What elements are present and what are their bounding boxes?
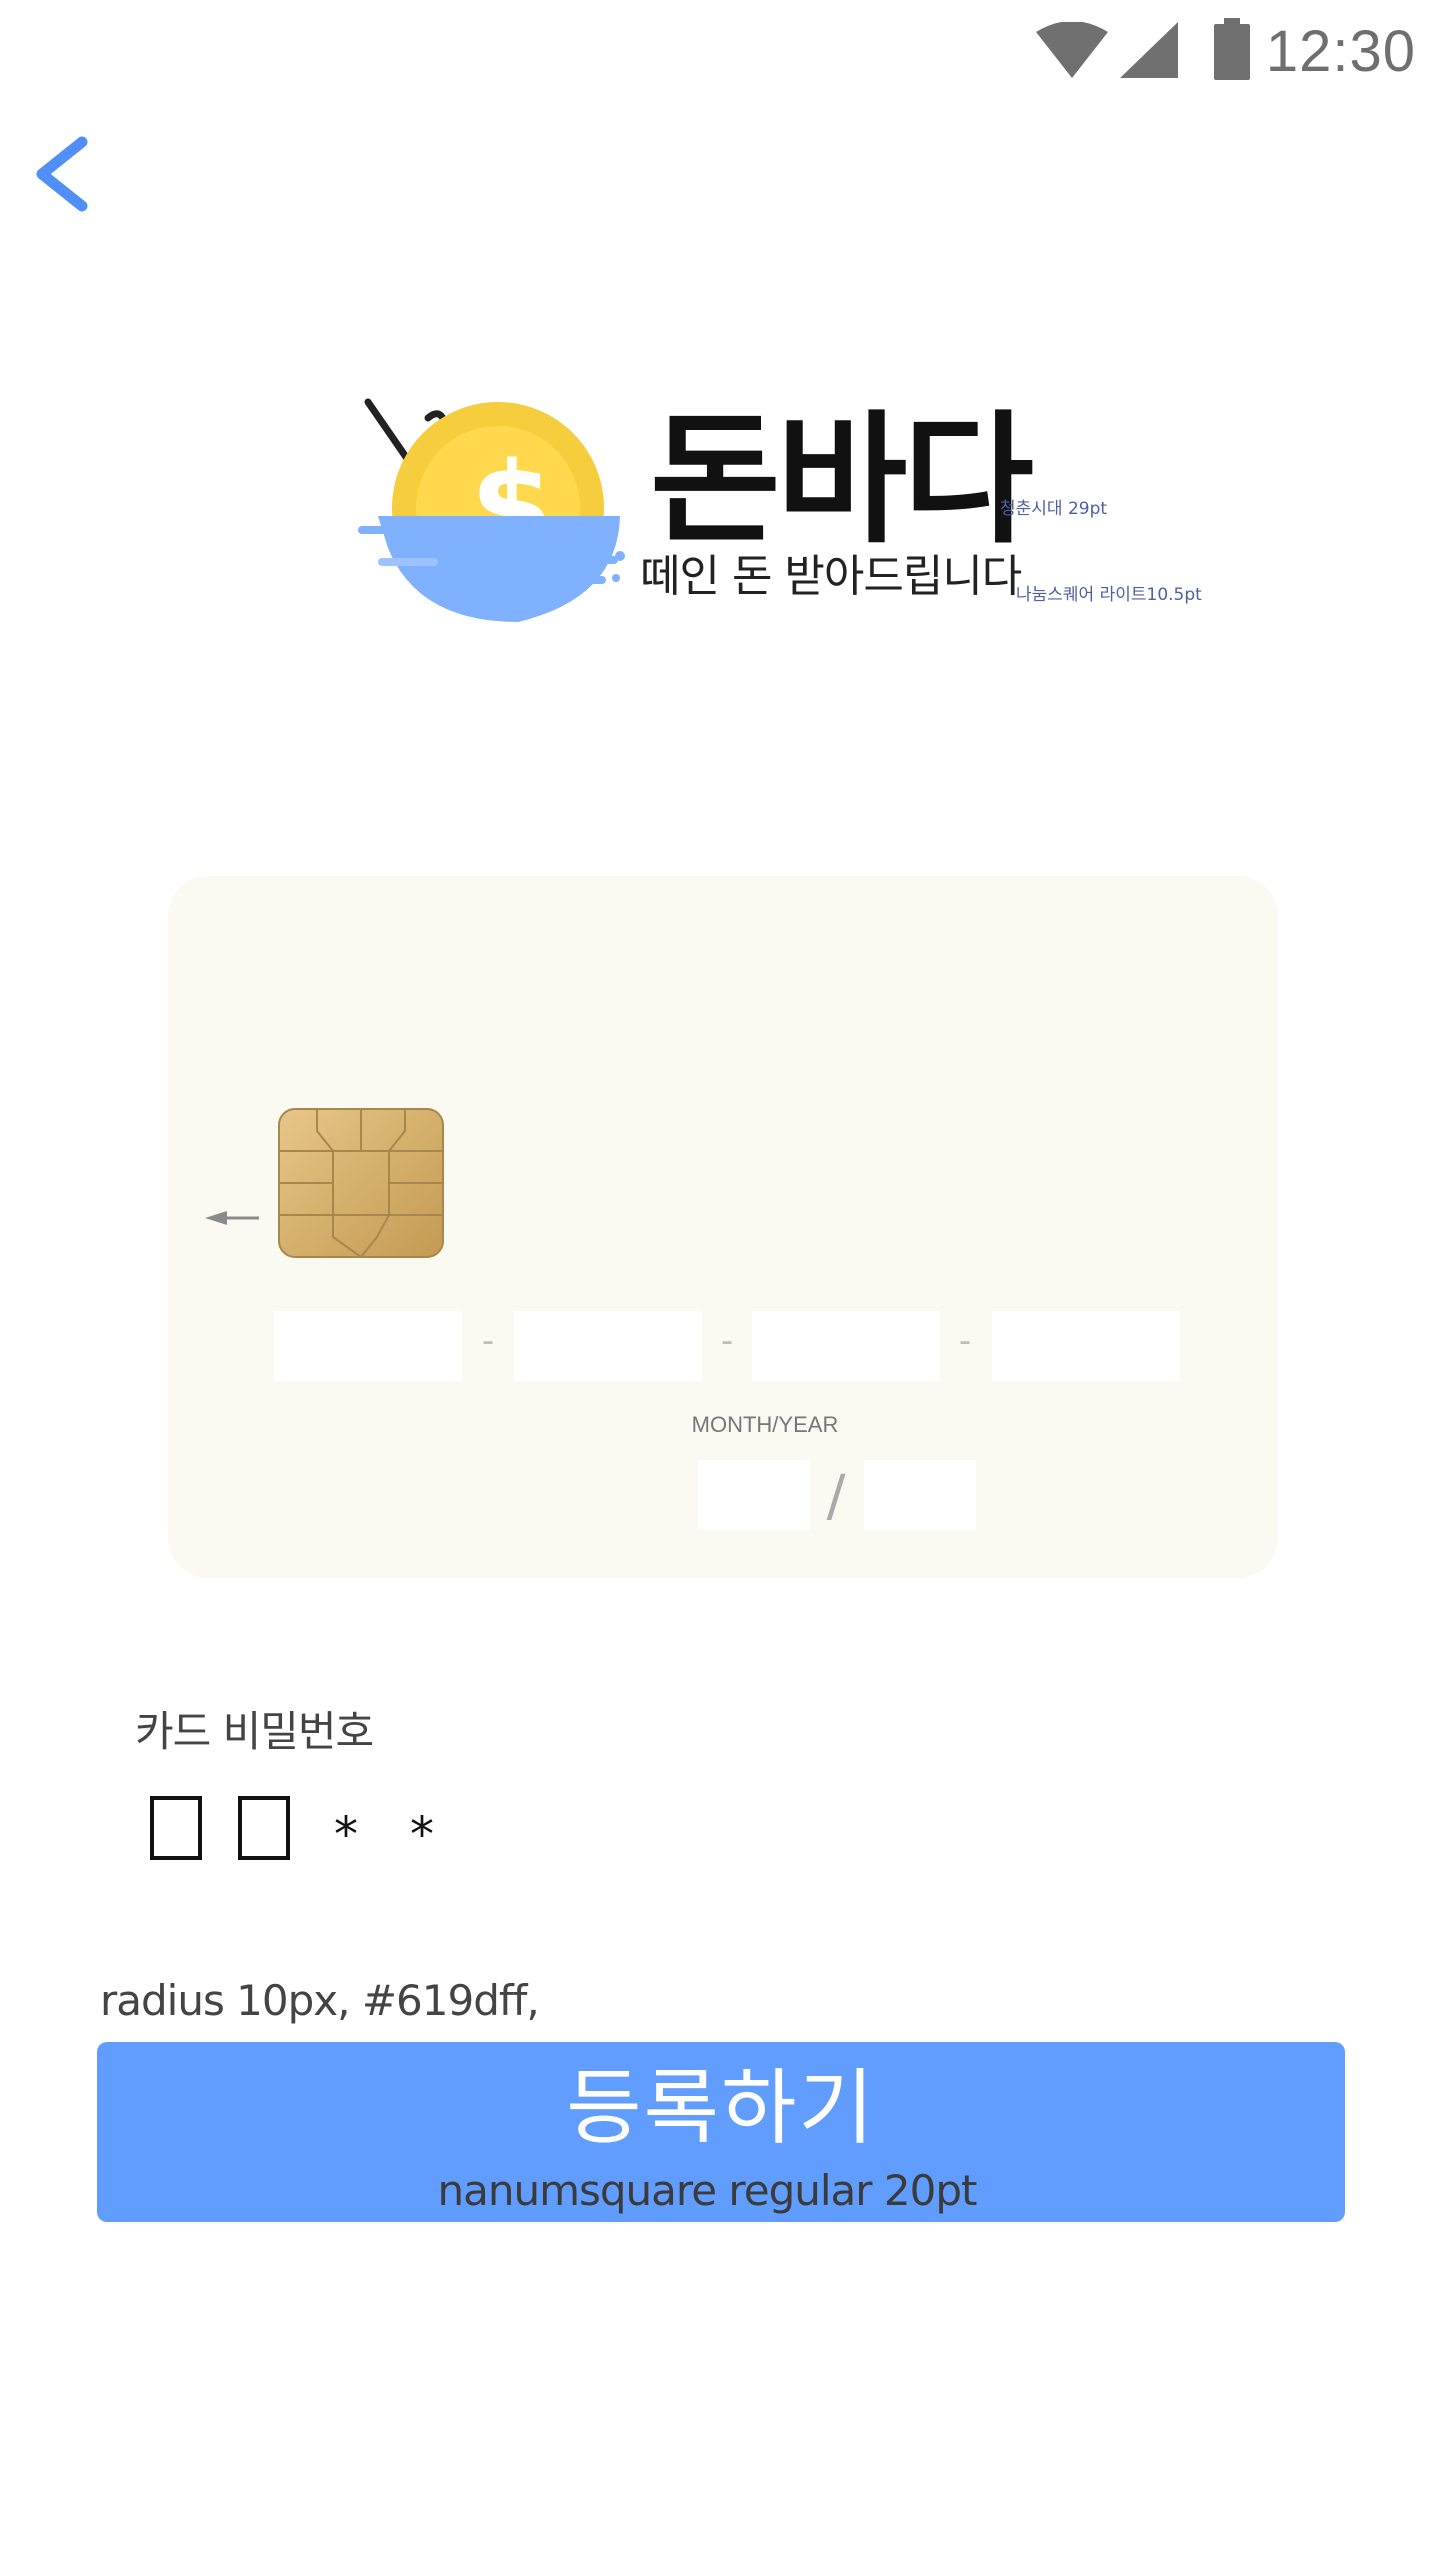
expiry-year-input[interactable] xyxy=(864,1460,976,1530)
card-number-separator: - xyxy=(481,1321,495,1361)
wifi-icon xyxy=(1036,22,1108,78)
brand-name: 돈바다 xyxy=(650,398,1034,563)
coin-logo-icon: $ xyxy=(358,398,625,622)
card-number-separator: - xyxy=(720,1321,734,1361)
card-chip-icon xyxy=(278,1108,444,1258)
brand-tagline: 떼인 돈 받아드립니다 xyxy=(640,551,1022,602)
card-number-input-2[interactable] xyxy=(514,1311,702,1381)
register-button-label: 등록하기 xyxy=(566,2061,876,2156)
button-spec-note: radius 10px, #619dff, xyxy=(100,1976,540,2025)
register-button-font-note: nanumsquare regular 20pt xyxy=(437,2166,977,2215)
back-button[interactable] xyxy=(22,130,102,218)
expiry-month-input[interactable] xyxy=(698,1460,810,1530)
expiry-separator: / xyxy=(826,1464,846,1529)
arrow-left-icon xyxy=(205,1211,259,1225)
chevron-left-icon xyxy=(36,136,88,212)
signal-icon xyxy=(1120,22,1178,78)
password-digit-input-2[interactable] xyxy=(238,1796,290,1860)
expiry-label: MONTH/YEAR xyxy=(691,1412,839,1437)
card-number-input-1[interactable] xyxy=(274,1311,462,1381)
brand-name-font-note: 청춘시대 29pt xyxy=(1000,499,1108,519)
password-mask-digit: * xyxy=(410,1807,434,1863)
brand-tagline-font-note: 나눔스퀘어 라이트10.5pt xyxy=(1016,585,1202,605)
card-password-label: 카드 비밀번호 xyxy=(135,1707,374,1756)
card-number-input-4[interactable] xyxy=(992,1311,1180,1381)
card-number-separator: - xyxy=(958,1321,972,1361)
battery-icon xyxy=(1214,18,1250,80)
password-digit-input-1[interactable] xyxy=(150,1796,202,1860)
password-mask-digit: * xyxy=(334,1807,358,1863)
status-time: 12:30 xyxy=(1265,19,1416,84)
status-bar: 12:30 xyxy=(0,0,1440,100)
card-number-input-3[interactable] xyxy=(752,1311,940,1381)
